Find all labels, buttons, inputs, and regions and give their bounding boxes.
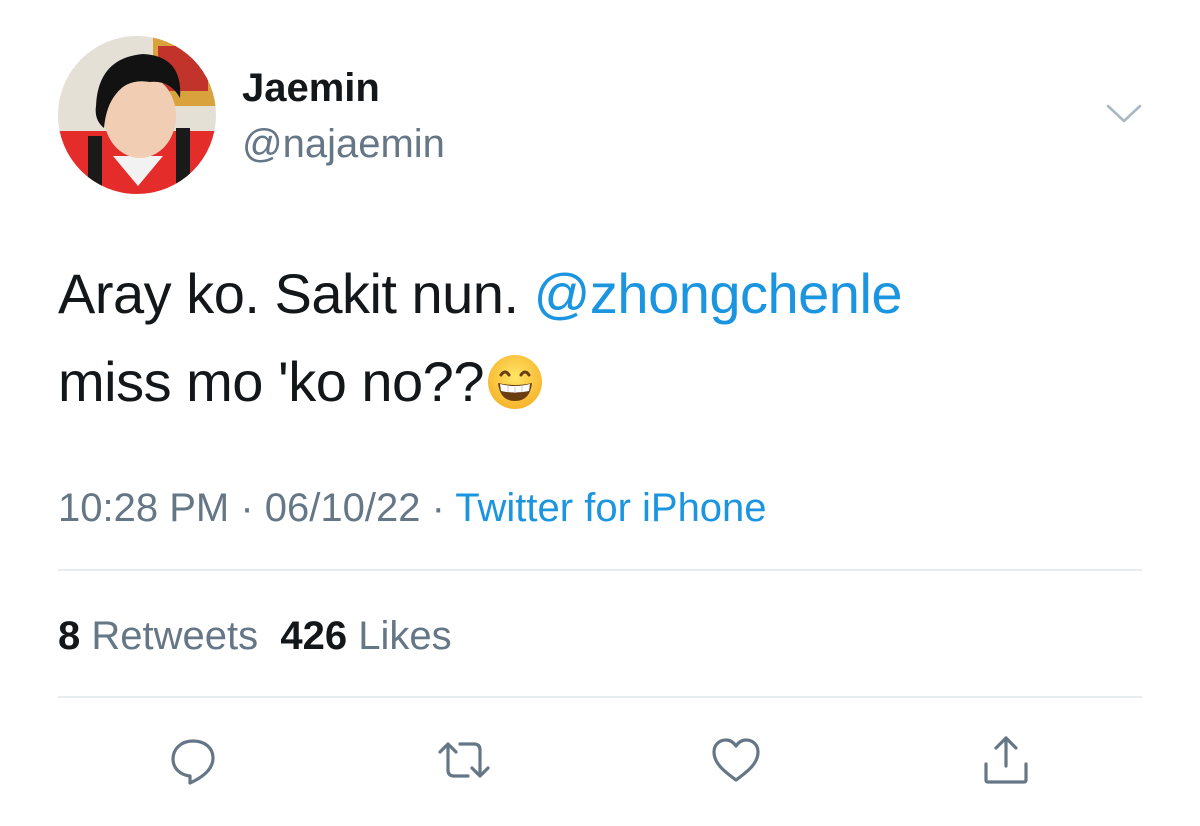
divider bbox=[58, 696, 1142, 698]
tweet-text-part1: Aray ko. Sakit nun. bbox=[58, 262, 534, 325]
retweets-count: 8 bbox=[58, 614, 81, 658]
chevron-down-icon[interactable] bbox=[1104, 102, 1144, 126]
retweets-label: Retweets bbox=[91, 614, 259, 658]
reply-icon bbox=[167, 734, 219, 791]
display-name[interactable]: Jaemin bbox=[242, 64, 380, 112]
likes-stat[interactable]: 426 Likes bbox=[280, 614, 451, 658]
divider bbox=[58, 569, 1142, 571]
tweet-stats: 8 Retweets 426 Likes bbox=[58, 612, 452, 660]
meta-separator: · bbox=[420, 486, 456, 530]
share-button[interactable] bbox=[976, 734, 1036, 790]
avatar[interactable] bbox=[58, 36, 216, 194]
tweet-meta: 10:28 PM · 06/10/22 · Twitter for iPhone bbox=[58, 484, 767, 532]
retweet-icon bbox=[434, 734, 494, 791]
reply-button[interactable] bbox=[163, 734, 223, 790]
user-handle[interactable]: @najaemin bbox=[242, 120, 445, 168]
mention-link[interactable]: @zhongchenle bbox=[534, 262, 903, 325]
retweet-button[interactable] bbox=[434, 734, 494, 790]
likes-label: Likes bbox=[358, 614, 452, 658]
meta-separator: · bbox=[229, 486, 265, 530]
tweet-source[interactable]: Twitter for iPhone bbox=[455, 486, 766, 530]
tweet-text-part2: miss mo 'ko no?? bbox=[58, 350, 484, 413]
retweets-stat[interactable]: 8 Retweets bbox=[58, 614, 258, 658]
tweet-date[interactable]: 06/10/22 bbox=[265, 486, 421, 530]
like-icon bbox=[708, 734, 764, 791]
tweet-text: Aray ko. Sakit nun. @zhongchenle miss mo … bbox=[58, 250, 1158, 426]
grinning-face-emoji-icon bbox=[486, 348, 544, 409]
tweet-time[interactable]: 10:28 PM bbox=[58, 486, 229, 530]
likes-count: 426 bbox=[280, 614, 348, 658]
share-icon bbox=[978, 732, 1034, 793]
like-button[interactable] bbox=[706, 734, 766, 790]
